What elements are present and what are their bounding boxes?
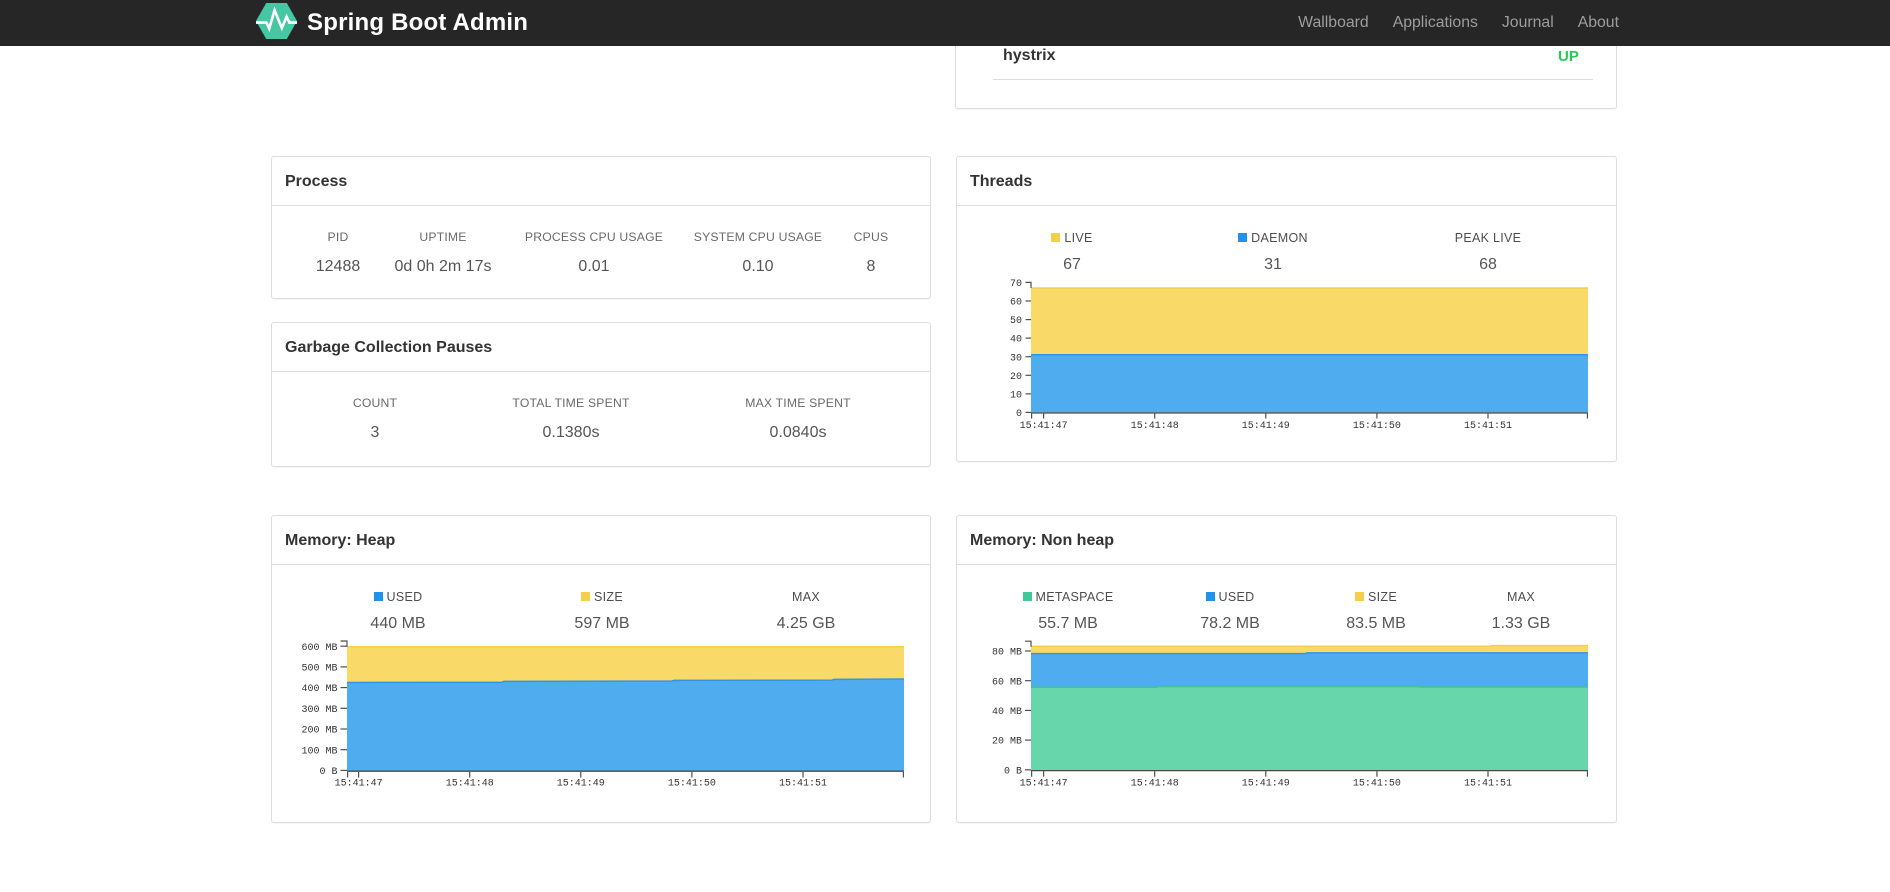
svg-text:15:41:50: 15:41:50 [1353,779,1401,790]
svg-text:70: 70 [1010,279,1022,290]
svg-text:100 MB: 100 MB [301,746,337,757]
svg-text:20 MB: 20 MB [992,737,1022,748]
svg-text:15:41:49: 15:41:49 [1242,779,1290,790]
svg-text:15:41:49: 15:41:49 [1242,421,1290,432]
svg-text:500 MB: 500 MB [301,664,337,675]
svg-text:300 MB: 300 MB [301,705,337,716]
svg-text:400 MB: 400 MB [301,684,337,695]
svg-text:0: 0 [1016,409,1022,420]
svg-text:20: 20 [1010,372,1022,383]
svg-text:80 MB: 80 MB [992,648,1022,659]
svg-text:0 B: 0 B [319,767,337,778]
svg-text:15:41:51: 15:41:51 [1464,421,1512,432]
svg-text:15:41:51: 15:41:51 [1464,779,1512,790]
svg-text:40 MB: 40 MB [992,707,1022,718]
svg-text:15:41:50: 15:41:50 [1353,421,1401,432]
svg-text:40: 40 [1010,335,1022,346]
svg-text:30: 30 [1010,353,1022,364]
svg-text:15:41:47: 15:41:47 [335,779,383,790]
svg-text:15:41:48: 15:41:48 [1131,421,1179,432]
svg-text:15:41:50: 15:41:50 [668,779,716,790]
svg-text:600 MB: 600 MB [301,643,337,654]
svg-text:15:41:48: 15:41:48 [446,779,494,790]
svg-text:10: 10 [1010,391,1022,402]
svg-text:50: 50 [1010,316,1022,327]
svg-text:200 MB: 200 MB [301,726,337,737]
svg-text:60: 60 [1010,298,1022,309]
svg-text:15:41:51: 15:41:51 [779,779,827,790]
svg-text:15:41:47: 15:41:47 [1020,779,1068,790]
svg-text:15:41:48: 15:41:48 [1131,779,1179,790]
svg-text:15:41:47: 15:41:47 [1020,421,1068,432]
svg-text:60 MB: 60 MB [992,677,1022,688]
svg-text:15:41:49: 15:41:49 [557,779,605,790]
svg-text:0 B: 0 B [1004,766,1022,777]
